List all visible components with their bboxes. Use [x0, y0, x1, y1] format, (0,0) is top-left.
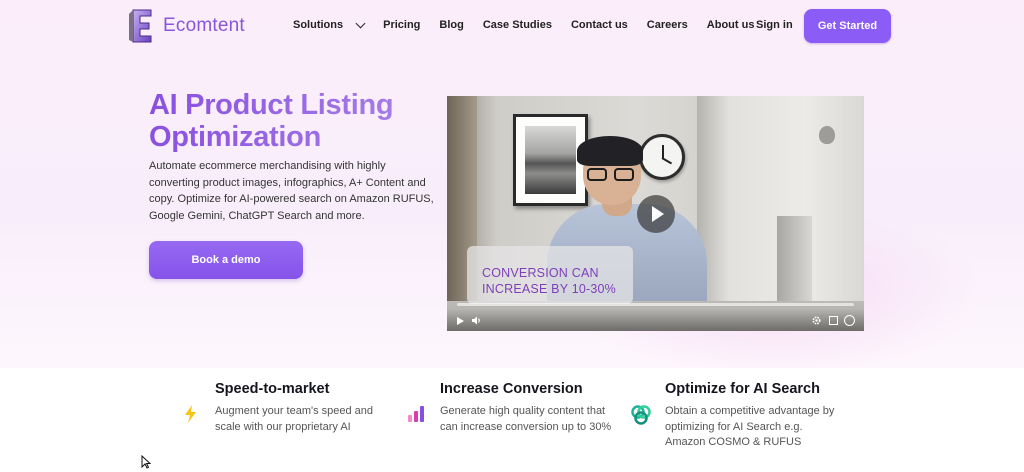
- nav-item-contact-us[interactable]: Contact us: [571, 19, 628, 31]
- mouse-cursor-icon: [141, 454, 152, 469]
- feature-optimize-ai-search: Optimize for AI Search Obtain a competit…: [665, 381, 834, 448]
- book-demo-button[interactable]: Book a demo: [149, 241, 303, 279]
- captions-icon[interactable]: [844, 315, 855, 326]
- bar-chart-icon: [406, 404, 426, 424]
- video-controls-bar: [447, 309, 864, 331]
- feature-title: Speed-to-market: [215, 381, 330, 397]
- video-scene-glasses: [587, 168, 637, 182]
- feature-description: Obtain a competitive advantage by optimi…: [665, 405, 835, 448]
- nav-item-label: Solutions: [293, 19, 344, 31]
- video-scene-computer-stand: [777, 216, 812, 306]
- hero-title: AI Product Listing Optimization: [149, 89, 429, 153]
- brand-name: Ecomtent: [163, 15, 245, 36]
- brand-logo-link[interactable]: Ecomtent: [129, 8, 245, 44]
- nav-item-careers[interactable]: Careers: [647, 19, 688, 31]
- play-icon[interactable]: [455, 315, 466, 326]
- ecomtent-logo-icon: [129, 8, 155, 44]
- feature-speed-to-market: Speed-to-market Augment your team's spee…: [215, 381, 373, 433]
- fullscreen-icon[interactable]: [828, 315, 839, 326]
- hero-description: Automate ecommerce merchandising with hi…: [149, 160, 434, 222]
- top-navigation: Ecomtent Solutions Pricing Blog Case Stu…: [0, 0, 1024, 52]
- feature-title: Optimize for AI Search: [665, 381, 820, 397]
- nav-item-blog[interactable]: Blog: [439, 19, 463, 31]
- video-progress-bar[interactable]: [457, 303, 854, 306]
- nav-item-case-studies[interactable]: Case Studies: [483, 19, 552, 31]
- video-scene-person-hair: [577, 136, 643, 166]
- hero-video-player[interactable]: CONVERSION CAN INCREASE BY 10-30%: [447, 96, 864, 331]
- lightning-icon: [181, 404, 201, 424]
- feature-title: Increase Conversion: [440, 381, 583, 397]
- ai-knot-icon: [630, 404, 651, 425]
- sign-in-link[interactable]: Sign in: [756, 19, 793, 31]
- video-caption-text: CONVERSION CAN INCREASE BY 10-30%: [482, 266, 616, 296]
- nav-item-pricing[interactable]: Pricing: [383, 19, 420, 31]
- get-started-button[interactable]: Get Started: [804, 9, 891, 43]
- nav-links: Solutions Pricing Blog Case Studies Cont…: [293, 18, 773, 31]
- video-scene-clock: [639, 134, 685, 180]
- feature-description: Generate high quality content that can i…: [440, 405, 612, 433]
- volume-icon[interactable]: [471, 315, 482, 326]
- feature-description: Augment your team's speed and scale with…: [215, 405, 374, 433]
- video-play-button[interactable]: [637, 195, 675, 233]
- chevron-down-icon: [355, 18, 366, 28]
- nav-item-about-us[interactable]: About us: [707, 19, 755, 31]
- settings-icon[interactable]: [811, 315, 822, 326]
- nav-item-solutions[interactable]: Solutions: [293, 18, 366, 31]
- video-scene-apple-logo: [819, 126, 835, 144]
- feature-increase-conversion: Increase Conversion Generate high qualit…: [440, 381, 611, 433]
